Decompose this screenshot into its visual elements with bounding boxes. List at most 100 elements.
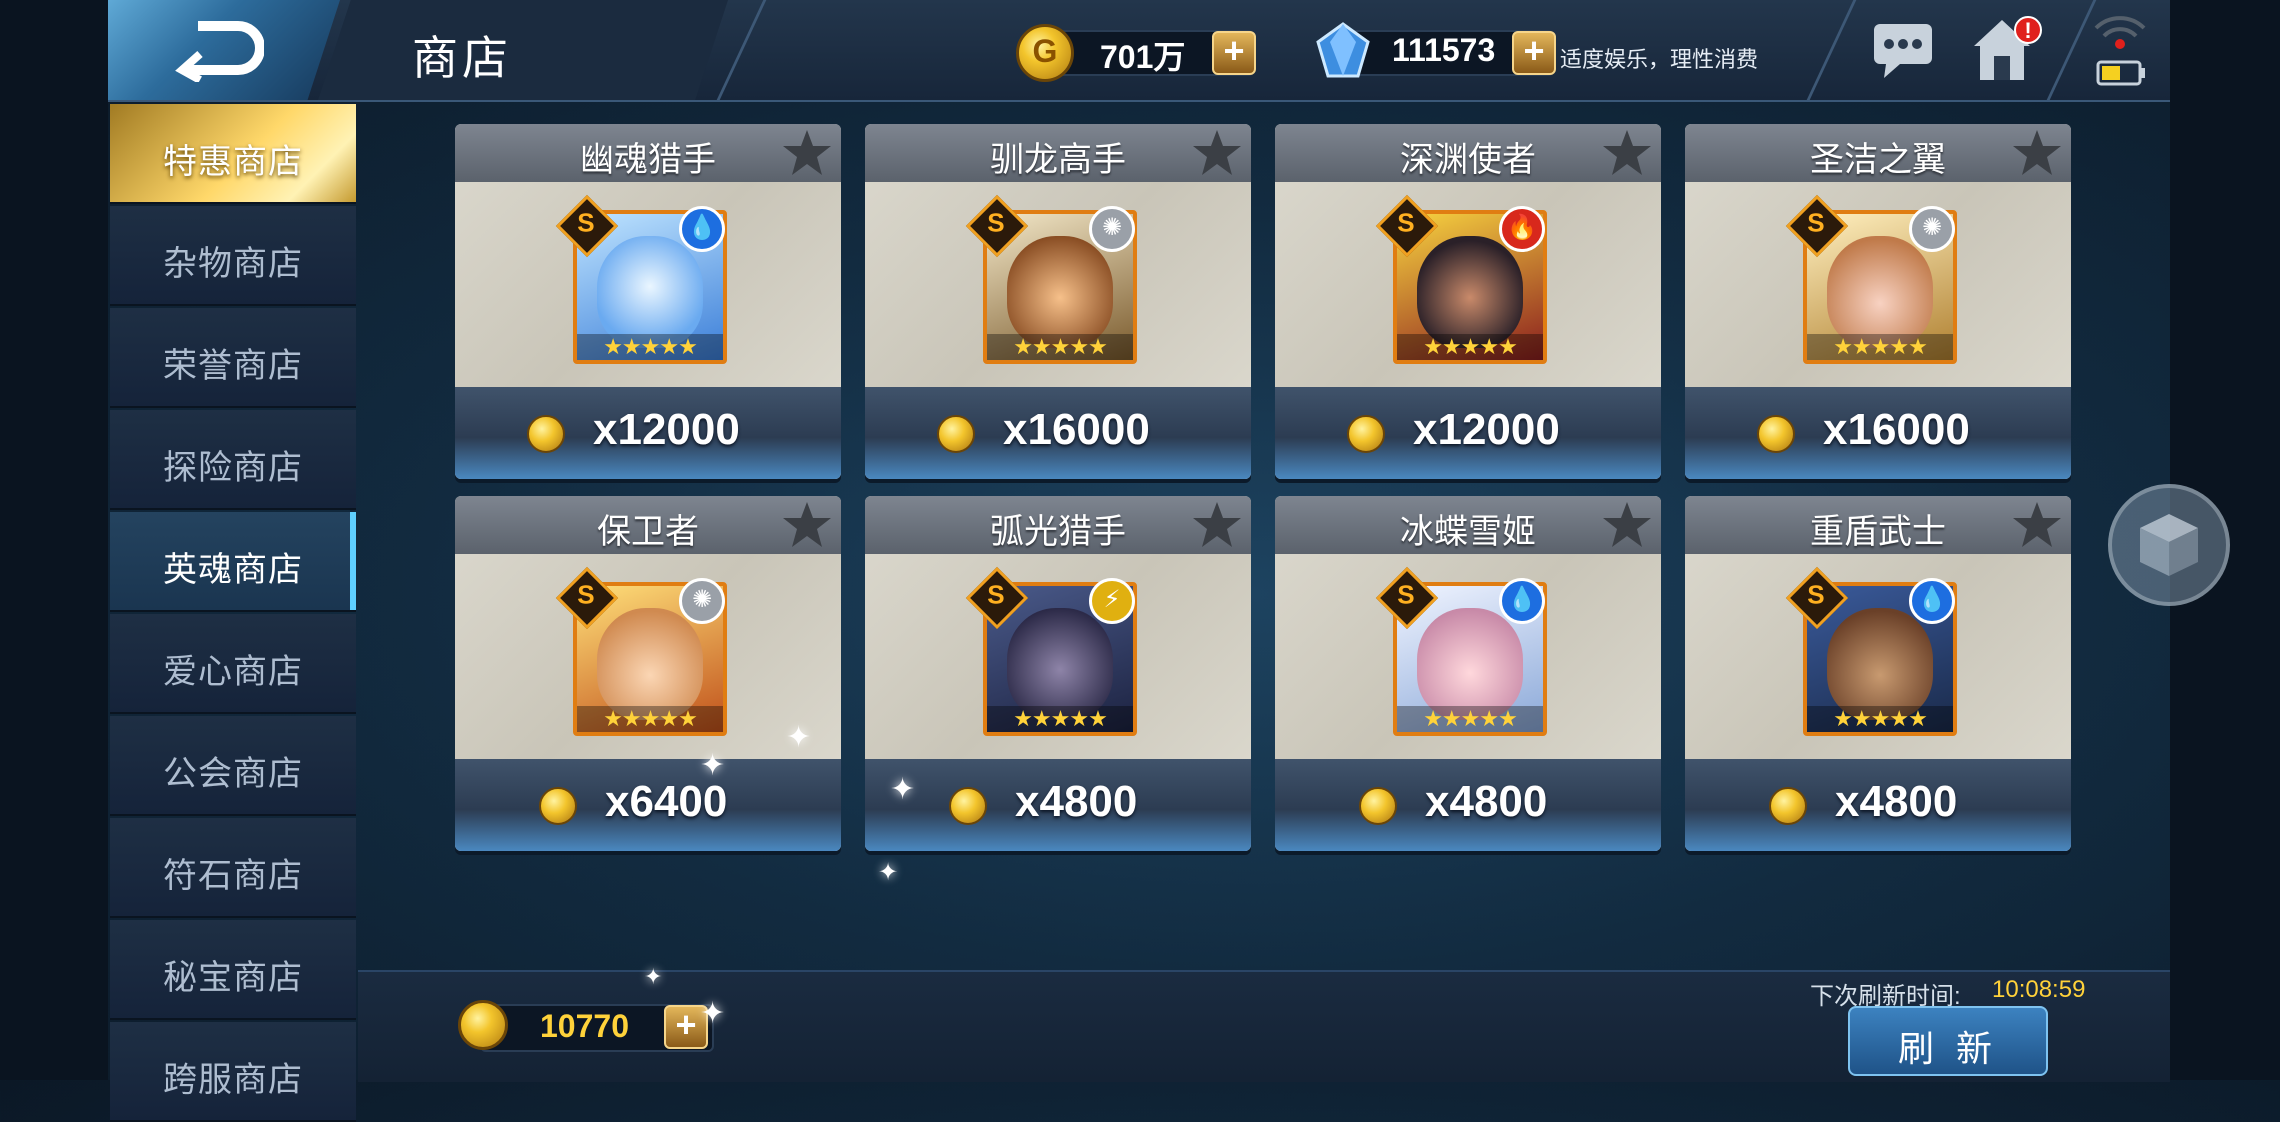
hero-face — [1417, 236, 1523, 348]
sidebar-item-label: 跨服商店 — [163, 1061, 303, 1099]
sparkle-icon: ✦ — [700, 997, 726, 1030]
favorite-star-icon[interactable] — [1191, 128, 1243, 178]
notice-text: 适度娱乐，理性消费 — [1560, 47, 1759, 72]
coin-icon — [1769, 787, 1807, 825]
next-refresh-time: 10:08:59 — [1992, 976, 2086, 1003]
coin-icon — [949, 787, 987, 825]
sidebar-item-rune-shop[interactable]: 符石商店 — [110, 818, 356, 918]
favorite-star-icon[interactable] — [1601, 128, 1653, 178]
hero-card[interactable]: 保卫者 ★★★★★ S ✺ x6400 — [455, 496, 841, 851]
sidebar-item-guild-shop[interactable]: 公会商店 — [110, 716, 356, 816]
light-icon: ✺ — [1089, 206, 1135, 252]
sidebar-item-cross-server-shop[interactable]: 跨服商店 — [110, 1022, 356, 1122]
chat-icon[interactable] — [1872, 22, 1934, 85]
favorite-star-icon[interactable] — [2011, 500, 2063, 550]
coin-icon — [1359, 787, 1397, 825]
svg-text:!: ! — [2024, 18, 2031, 43]
gold-amount: 701万 — [1100, 39, 1186, 75]
sidebar-item-label: 英魂商店 — [163, 551, 303, 589]
star-rating: ★★★★★ — [1807, 334, 1953, 360]
hero-card[interactable]: 重盾武士 ★★★★★ S 💧 x4800 — [1685, 496, 2071, 851]
hero-card[interactable]: 驯龙高手 ★★★★★ S ✺ x16000 — [865, 124, 1251, 479]
sidebar-item-honor-shop[interactable]: 荣誉商店 — [110, 308, 356, 408]
hero-face — [1007, 608, 1113, 720]
hero-soul-coin-icon — [458, 1000, 508, 1050]
sidebar-item-misc-shop[interactable]: 杂物商店 — [110, 206, 356, 306]
hero-face — [597, 236, 703, 348]
back-arrow-icon — [175, 21, 264, 82]
water-icon: 💧 — [679, 206, 725, 252]
gold-coin-icon: G — [1016, 24, 1074, 82]
price-label: x12000 — [1413, 405, 1560, 454]
hero-face — [1827, 608, 1933, 720]
price-label: x6400 — [605, 777, 728, 826]
sidebar-item-treasure-shop[interactable]: 秘宝商店 — [110, 920, 356, 1020]
coin-icon — [937, 415, 975, 453]
refresh-button-label: 刷 新 — [1897, 1028, 1998, 1069]
favorite-star-icon[interactable] — [1191, 500, 1243, 550]
star-rating: ★★★★★ — [1807, 706, 1953, 732]
price-label: x4800 — [1425, 777, 1548, 826]
star-rating: ★★★★★ — [1397, 334, 1543, 360]
hero-card[interactable]: 深渊使者 ★★★★★ S 🔥 x12000 — [1275, 124, 1661, 479]
hero-face — [1827, 236, 1933, 348]
price-label: x4800 — [1015, 777, 1138, 826]
hero-card[interactable]: 幽魂猎手 ★★★★★ S 💧 x12000 — [455, 124, 841, 479]
sidebar-item-love-shop[interactable]: 爱心商店 — [110, 614, 356, 714]
favorite-star-icon[interactable] — [781, 500, 833, 550]
home-icon[interactable]: ! — [1972, 16, 2044, 91]
price-label: x4800 — [1835, 777, 1958, 826]
hero-face — [597, 608, 703, 720]
sparkle-icon: ✦ — [700, 749, 726, 782]
sidebar-item-label: 符石商店 — [163, 857, 303, 895]
add-diamond-button[interactable]: + — [1512, 31, 1556, 75]
star-rating: ★★★★★ — [1397, 706, 1543, 732]
title-segment — [318, 0, 728, 100]
hero-face — [1007, 236, 1113, 348]
cube-button[interactable] — [2108, 484, 2230, 606]
light-icon: ✺ — [1909, 206, 1955, 252]
sparkle-icon: ✦ — [644, 964, 663, 989]
sparkle-icon: ✦ — [890, 773, 916, 806]
star-rating: ★★★★★ — [577, 334, 723, 360]
add-gold-button[interactable]: + — [1212, 31, 1256, 75]
page-title: 商店 — [412, 32, 512, 84]
sidebar-item-special-shop[interactable]: 特惠商店 — [110, 104, 356, 204]
light-icon: ✺ — [679, 578, 725, 624]
hero-card[interactable]: 圣洁之翼 ★★★★★ S ✺ x16000 — [1685, 124, 2071, 479]
star-rating: ★★★★★ — [577, 706, 723, 732]
sidebar-item-label: 特惠商店 — [163, 143, 303, 181]
hero-card[interactable]: 弧光猎手 ★★★★★ S ⚡ x4800 — [865, 496, 1251, 851]
sidebar-item-label: 爱心商店 — [163, 653, 303, 691]
battery-icon — [2096, 60, 2146, 91]
water-icon: 💧 — [1909, 578, 1955, 624]
price-label: x16000 — [1823, 405, 1970, 454]
sidebar-item-hero-soul-shop[interactable]: 英魂商店 — [110, 512, 356, 612]
sidebar-item-label: 秘宝商店 — [163, 959, 303, 997]
favorite-star-icon[interactable] — [781, 128, 833, 178]
favorite-star-icon[interactable] — [2011, 128, 2063, 178]
favorite-star-icon[interactable] — [1601, 500, 1653, 550]
coin-icon — [1757, 415, 1795, 453]
diamond-icon — [1316, 22, 1370, 83]
back-button[interactable] — [108, 0, 340, 100]
hero-soul-amount: 10770 — [540, 1008, 629, 1044]
price-label: x12000 — [593, 405, 740, 454]
sparkle-icon: ✦ — [786, 721, 812, 754]
sidebar-item-label: 杂物商店 — [163, 245, 303, 283]
star-rating: ★★★★★ — [987, 706, 1133, 732]
left-margin — [0, 0, 108, 1080]
diamond-amount: 111573 — [1392, 32, 1496, 68]
sidebar-item-explore-shop[interactable]: 探险商店 — [110, 410, 356, 510]
cube-icon — [2140, 514, 2198, 576]
coin-icon — [539, 787, 577, 825]
hero-card[interactable]: 冰蝶雪姬 ★★★★★ S 💧 x4800 — [1275, 496, 1661, 851]
fire-icon: 🔥 — [1499, 206, 1545, 252]
star-rating: ★★★★★ — [987, 334, 1133, 360]
refresh-button[interactable]: 刷 新 — [1848, 1006, 2048, 1076]
wifi-icon — [2092, 12, 2148, 57]
sidebar-item-label: 荣誉商店 — [163, 347, 303, 385]
lightning-icon: ⚡ — [1089, 578, 1135, 624]
sidebar-item-label: 公会商店 — [163, 755, 303, 793]
coin-icon — [1347, 415, 1385, 453]
